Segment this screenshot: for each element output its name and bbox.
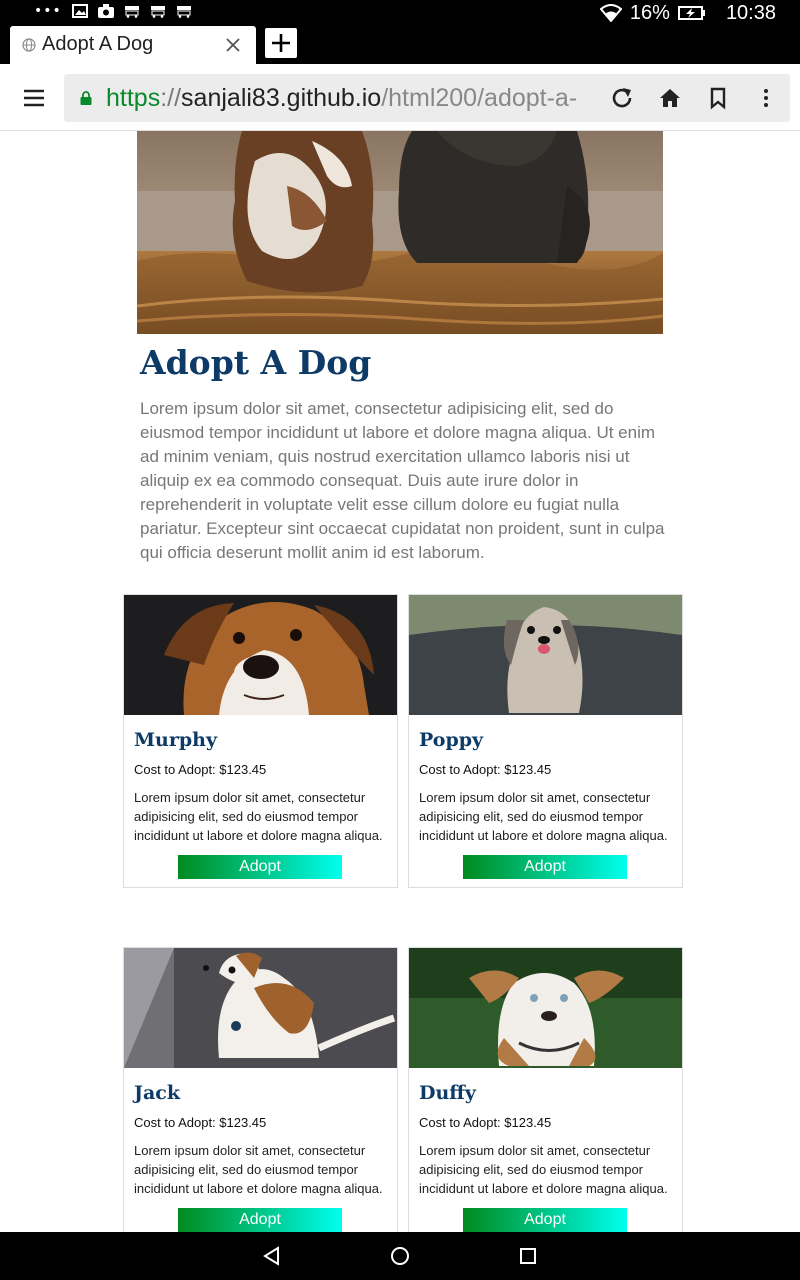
shopping-cart-icon <box>124 6 139 18</box>
overflow-menu-icon[interactable] <box>754 86 778 110</box>
intro-text: Lorem ipsum dolor sit amet, consectetur … <box>140 399 665 562</box>
bookmark-icon[interactable] <box>706 86 730 110</box>
page-title: Adopt A Dog <box>140 343 372 382</box>
globe-icon <box>22 38 36 52</box>
tab-strip: Adopt A Dog <box>0 26 800 64</box>
dog-name: Jack <box>134 1082 181 1104</box>
new-tab-button[interactable] <box>265 28 297 58</box>
dog-description: Lorem ipsum dolor sit amet, consectetur … <box>419 1143 668 1196</box>
adopt-button-duffy[interactable]: Adopt <box>463 1208 627 1232</box>
recents-icon[interactable] <box>516 1244 540 1268</box>
web-page: Adopt A Dog Lorem ipsum dolor sit amet, … <box>0 131 800 1232</box>
back-icon[interactable] <box>260 1244 284 1268</box>
url-scheme: https <box>106 84 161 112</box>
battery-percent: 16% <box>629 1 670 24</box>
clock: 10:38 <box>725 1 776 24</box>
dog-card-poppy: Poppy Cost to Adopt: $123.45 Lorem ipsum… <box>408 594 683 888</box>
address-bar[interactable]: https://sanjali83.github.io/html200/adop… <box>64 74 790 122</box>
plus-icon <box>272 34 290 52</box>
dog-description: Lorem ipsum dolor sit amet, consectetur … <box>134 1143 383 1196</box>
dog-cost: Cost to Adopt: $123.45 <box>134 762 267 777</box>
shopping-cart-icon <box>176 6 191 18</box>
dog-cost: Cost to Adopt: $123.45 <box>419 1115 552 1130</box>
notification-icons: ••• <box>34 4 192 18</box>
dog-name: Murphy <box>134 729 217 751</box>
dog-description: Lorem ipsum dolor sit amet, consectetur … <box>134 790 383 843</box>
camera-icon <box>97 4 114 18</box>
dog-photo-jack <box>124 948 397 1068</box>
hero-image <box>137 131 663 334</box>
dog-cost: Cost to Adopt: $123.45 <box>419 762 552 777</box>
adopt-button-murphy[interactable]: Adopt <box>178 855 342 879</box>
image-icon <box>71 4 88 18</box>
home-icon[interactable] <box>658 86 682 110</box>
system-navigation-bar <box>0 1232 800 1280</box>
reload-icon[interactable] <box>610 86 634 110</box>
system-status: 16% 10:38 <box>599 0 776 26</box>
home-circle-icon[interactable] <box>388 1244 412 1268</box>
url-text[interactable]: https://sanjali83.github.io/html200/adop… <box>106 84 606 112</box>
dog-card-murphy: Murphy Cost to Adopt: $123.45 Lorem ipsu… <box>123 594 398 888</box>
dog-photo-murphy <box>124 595 397 715</box>
wifi-icon <box>599 4 622 22</box>
browser-toolbar: https://sanjali83.github.io/html200/adop… <box>0 64 800 131</box>
dog-description: Lorem ipsum dolor sit amet, consectetur … <box>419 790 668 843</box>
url-host: sanjali83.github.io <box>181 84 382 112</box>
dog-photo-poppy <box>409 595 682 715</box>
url-path: /html200/adopt-a- <box>381 84 578 112</box>
dog-cost: Cost to Adopt: $123.45 <box>134 1115 267 1130</box>
lock-icon <box>80 91 92 105</box>
dog-name: Poppy <box>419 729 484 751</box>
menu-icon[interactable] <box>22 86 46 110</box>
dog-card-jack: Jack Cost to Adopt: $123.45 Lorem ipsum … <box>123 947 398 1232</box>
dog-card-duffy: Duffy Cost to Adopt: $123.45 Lorem ipsum… <box>408 947 683 1232</box>
close-icon[interactable] <box>224 36 242 54</box>
tab-adopt-a-dog[interactable]: Adopt A Dog <box>10 26 256 64</box>
tab-title: Adopt A Dog <box>42 33 154 55</box>
dog-photo-duffy <box>409 948 682 1068</box>
adopt-button-jack[interactable]: Adopt <box>178 1208 342 1232</box>
adopt-button-poppy[interactable]: Adopt <box>463 855 627 879</box>
dog-name: Duffy <box>419 1082 476 1104</box>
status-bar: ••• 16% 10:38 <box>0 0 800 26</box>
battery-charging-icon <box>677 6 705 20</box>
more-icon: ••• <box>34 3 62 19</box>
url-separator: :// <box>160 84 182 112</box>
shopping-cart-icon <box>150 6 165 18</box>
